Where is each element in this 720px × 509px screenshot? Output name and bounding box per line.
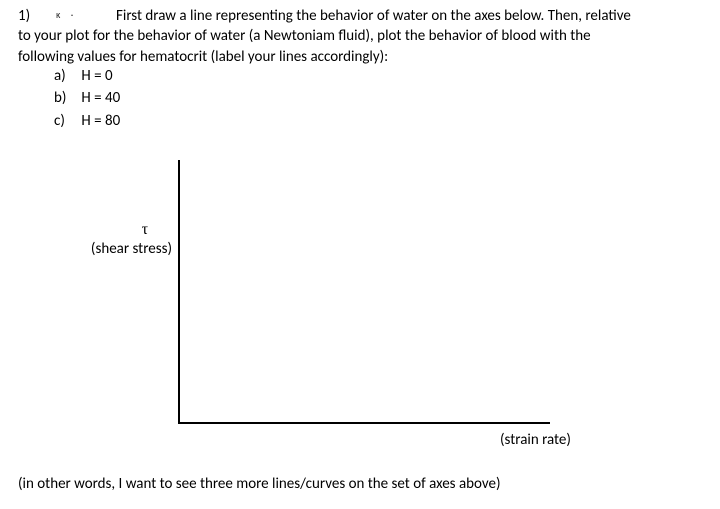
option-text: H = 0 (81, 67, 112, 85)
prompt-line-1: First draw a line representing the behav… (18, 6, 718, 26)
option-letter: b) (54, 88, 78, 108)
prompt-line-3: following values for hematocrit (label y… (18, 48, 388, 66)
y-axis-label: (shear stress) (60, 240, 172, 259)
y-axis-symbol: τ (60, 220, 172, 240)
option-text: H = 40 (81, 89, 120, 107)
option-letter: c) (54, 111, 78, 131)
empty-plot-axes (178, 160, 550, 424)
option-b: b) H = 40 (54, 88, 120, 108)
prompt-line-2: to your plot for the behavior of water (… (18, 27, 591, 45)
option-letter: a) (54, 66, 78, 86)
option-text: H = 80 (81, 112, 120, 130)
question-prompt: First draw a line representing the behav… (18, 6, 718, 67)
footer-instruction: (in other words, I want to see three mor… (18, 474, 501, 494)
option-list: a) H = 0 b) H = 40 c) H = 80 (54, 66, 120, 133)
chart-area: τ (shear stress) (strain rate) (60, 160, 620, 440)
y-axis-label-group: τ (shear stress) (60, 220, 172, 259)
worksheet-page: 1) ᴋ · First draw a line representing th… (0, 0, 720, 509)
option-a: a) H = 0 (54, 66, 120, 86)
option-c: c) H = 80 (54, 111, 120, 131)
x-axis-label: (strain rate) (500, 430, 571, 450)
